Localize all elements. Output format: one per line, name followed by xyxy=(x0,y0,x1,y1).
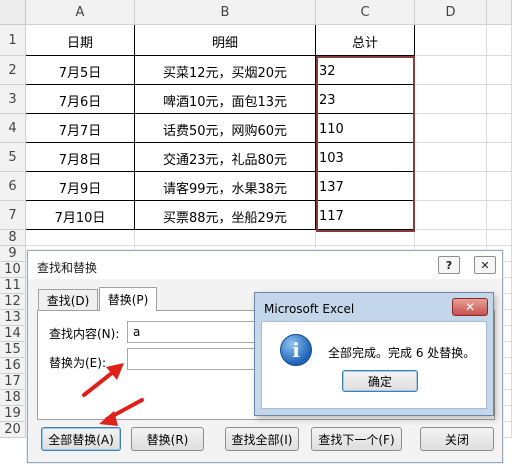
find-next-button[interactable]: 查找下一个(F) xyxy=(311,427,402,451)
cell[interactable]: 买菜12元，买烟20元 xyxy=(135,56,316,85)
info-icon: i xyxy=(280,334,312,366)
replace-button[interactable]: 替换(R) xyxy=(131,427,204,451)
excel-message-box: Microsoft Excel ✕ i 全部完成。完成 6 处替换。 确定 xyxy=(254,292,494,416)
close-button[interactable]: 关闭 xyxy=(420,427,494,451)
cell[interactable] xyxy=(487,201,512,230)
cell[interactable] xyxy=(487,230,512,246)
cell[interactable]: 7月10日 xyxy=(26,201,135,230)
row-header-20[interactable]: 20 xyxy=(0,422,26,438)
cell[interactable] xyxy=(415,230,487,246)
cell[interactable] xyxy=(487,56,512,85)
column-header-c[interactable]: C xyxy=(316,0,415,25)
find-what-input[interactable] xyxy=(127,321,257,343)
row-header-2[interactable]: 2 xyxy=(0,56,26,85)
cell[interactable]: 7月8日 xyxy=(26,143,135,172)
cell[interactable]: 137 xyxy=(316,172,415,201)
column-header-b[interactable]: B xyxy=(135,0,316,25)
tab-replace[interactable]: 替换(P) xyxy=(99,287,157,311)
cell[interactable]: 啤酒10元，面包13元 xyxy=(135,85,316,114)
cell[interactable]: 7月9日 xyxy=(26,172,135,201)
column-header-a[interactable]: A xyxy=(26,0,135,25)
row-header-8[interactable]: 8 xyxy=(0,230,26,246)
cell[interactable]: 买票88元，坐船29元 xyxy=(135,201,316,230)
row-header-4[interactable]: 4 xyxy=(0,114,26,143)
cell[interactable] xyxy=(415,172,487,201)
dialog-title: 查找和替换 xyxy=(28,251,502,279)
cell[interactable]: 103 xyxy=(316,143,415,172)
row-header-13[interactable]: 13 xyxy=(0,310,26,326)
cell[interactable] xyxy=(415,56,487,85)
cell[interactable]: 117 xyxy=(316,201,415,230)
cell[interactable]: 总计 xyxy=(316,25,415,56)
row-header-16[interactable]: 16 xyxy=(0,358,26,374)
cell[interactable]: 请客99元，水果38元 xyxy=(135,172,316,201)
cell[interactable]: 7月5日 xyxy=(26,56,135,85)
find-what-label: 查找内容(N): xyxy=(49,327,120,341)
cell[interactable]: 7月6日 xyxy=(26,85,135,114)
row-header-12[interactable]: 12 xyxy=(0,294,26,310)
row-header-9[interactable]: 9 xyxy=(0,246,26,262)
cell[interactable]: 话费50元，网购60元 xyxy=(135,114,316,143)
message-box-body: i 全部完成。完成 6 处替换。 确定 xyxy=(261,321,487,409)
row-header-10[interactable]: 10 xyxy=(0,262,26,278)
cell[interactable] xyxy=(26,230,135,246)
cell[interactable]: 7月7日 xyxy=(26,114,135,143)
find-all-button[interactable]: 查找全部(I) xyxy=(225,427,299,451)
cell[interactable]: 32 xyxy=(316,56,415,85)
cell[interactable] xyxy=(316,230,415,246)
cell[interactable] xyxy=(487,143,512,172)
cell[interactable] xyxy=(415,201,487,230)
row-header-19[interactable]: 19 xyxy=(0,406,26,422)
cell[interactable]: 交通23元，礼品80元 xyxy=(135,143,316,172)
help-button[interactable]: ? xyxy=(438,256,460,274)
row-header-11[interactable]: 11 xyxy=(0,278,26,294)
row-header-18[interactable]: 18 xyxy=(0,390,26,406)
cell[interactable] xyxy=(135,230,316,246)
cell[interactable] xyxy=(415,143,487,172)
cell[interactable]: 明细 xyxy=(135,25,316,56)
ok-button[interactable]: 确定 xyxy=(342,370,418,392)
replace-with-label: 替换为(E): xyxy=(49,356,106,370)
row-header-14[interactable]: 14 xyxy=(0,326,26,342)
tab-find[interactable]: 查找(D) xyxy=(38,289,98,311)
cell[interactable]: 日期 xyxy=(26,25,135,56)
row-header-7[interactable]: 7 xyxy=(0,201,26,230)
cell[interactable] xyxy=(415,114,487,143)
select-all-corner[interactable] xyxy=(0,0,26,25)
row-header-1[interactable]: 1 xyxy=(0,25,26,56)
cell[interactable] xyxy=(487,172,512,201)
row-header-5[interactable]: 5 xyxy=(0,143,26,172)
message-box-title: Microsoft Excel xyxy=(264,302,355,316)
cell[interactable] xyxy=(415,85,487,114)
column-header-e[interactable] xyxy=(487,0,512,25)
message-text: 全部完成。完成 6 处替换。 xyxy=(328,346,476,360)
row-header-15[interactable]: 15 xyxy=(0,342,26,358)
row-header-17[interactable]: 17 xyxy=(0,374,26,390)
cell[interactable]: 23 xyxy=(316,85,415,114)
replace-all-button[interactable]: 全部替换(A) xyxy=(41,427,121,451)
message-box-close-button[interactable]: ✕ xyxy=(452,298,488,316)
cell[interactable]: 110 xyxy=(316,114,415,143)
cell[interactable] xyxy=(487,25,512,56)
row-header-3[interactable]: 3 xyxy=(0,85,26,114)
replace-with-input[interactable] xyxy=(127,348,257,370)
cell[interactable] xyxy=(487,114,512,143)
cell[interactable] xyxy=(487,85,512,114)
cell[interactable] xyxy=(415,25,487,56)
column-header-d[interactable]: D xyxy=(415,0,487,25)
row-header-6[interactable]: 6 xyxy=(0,172,26,201)
dialog-close-button[interactable]: ✕ xyxy=(474,256,496,274)
